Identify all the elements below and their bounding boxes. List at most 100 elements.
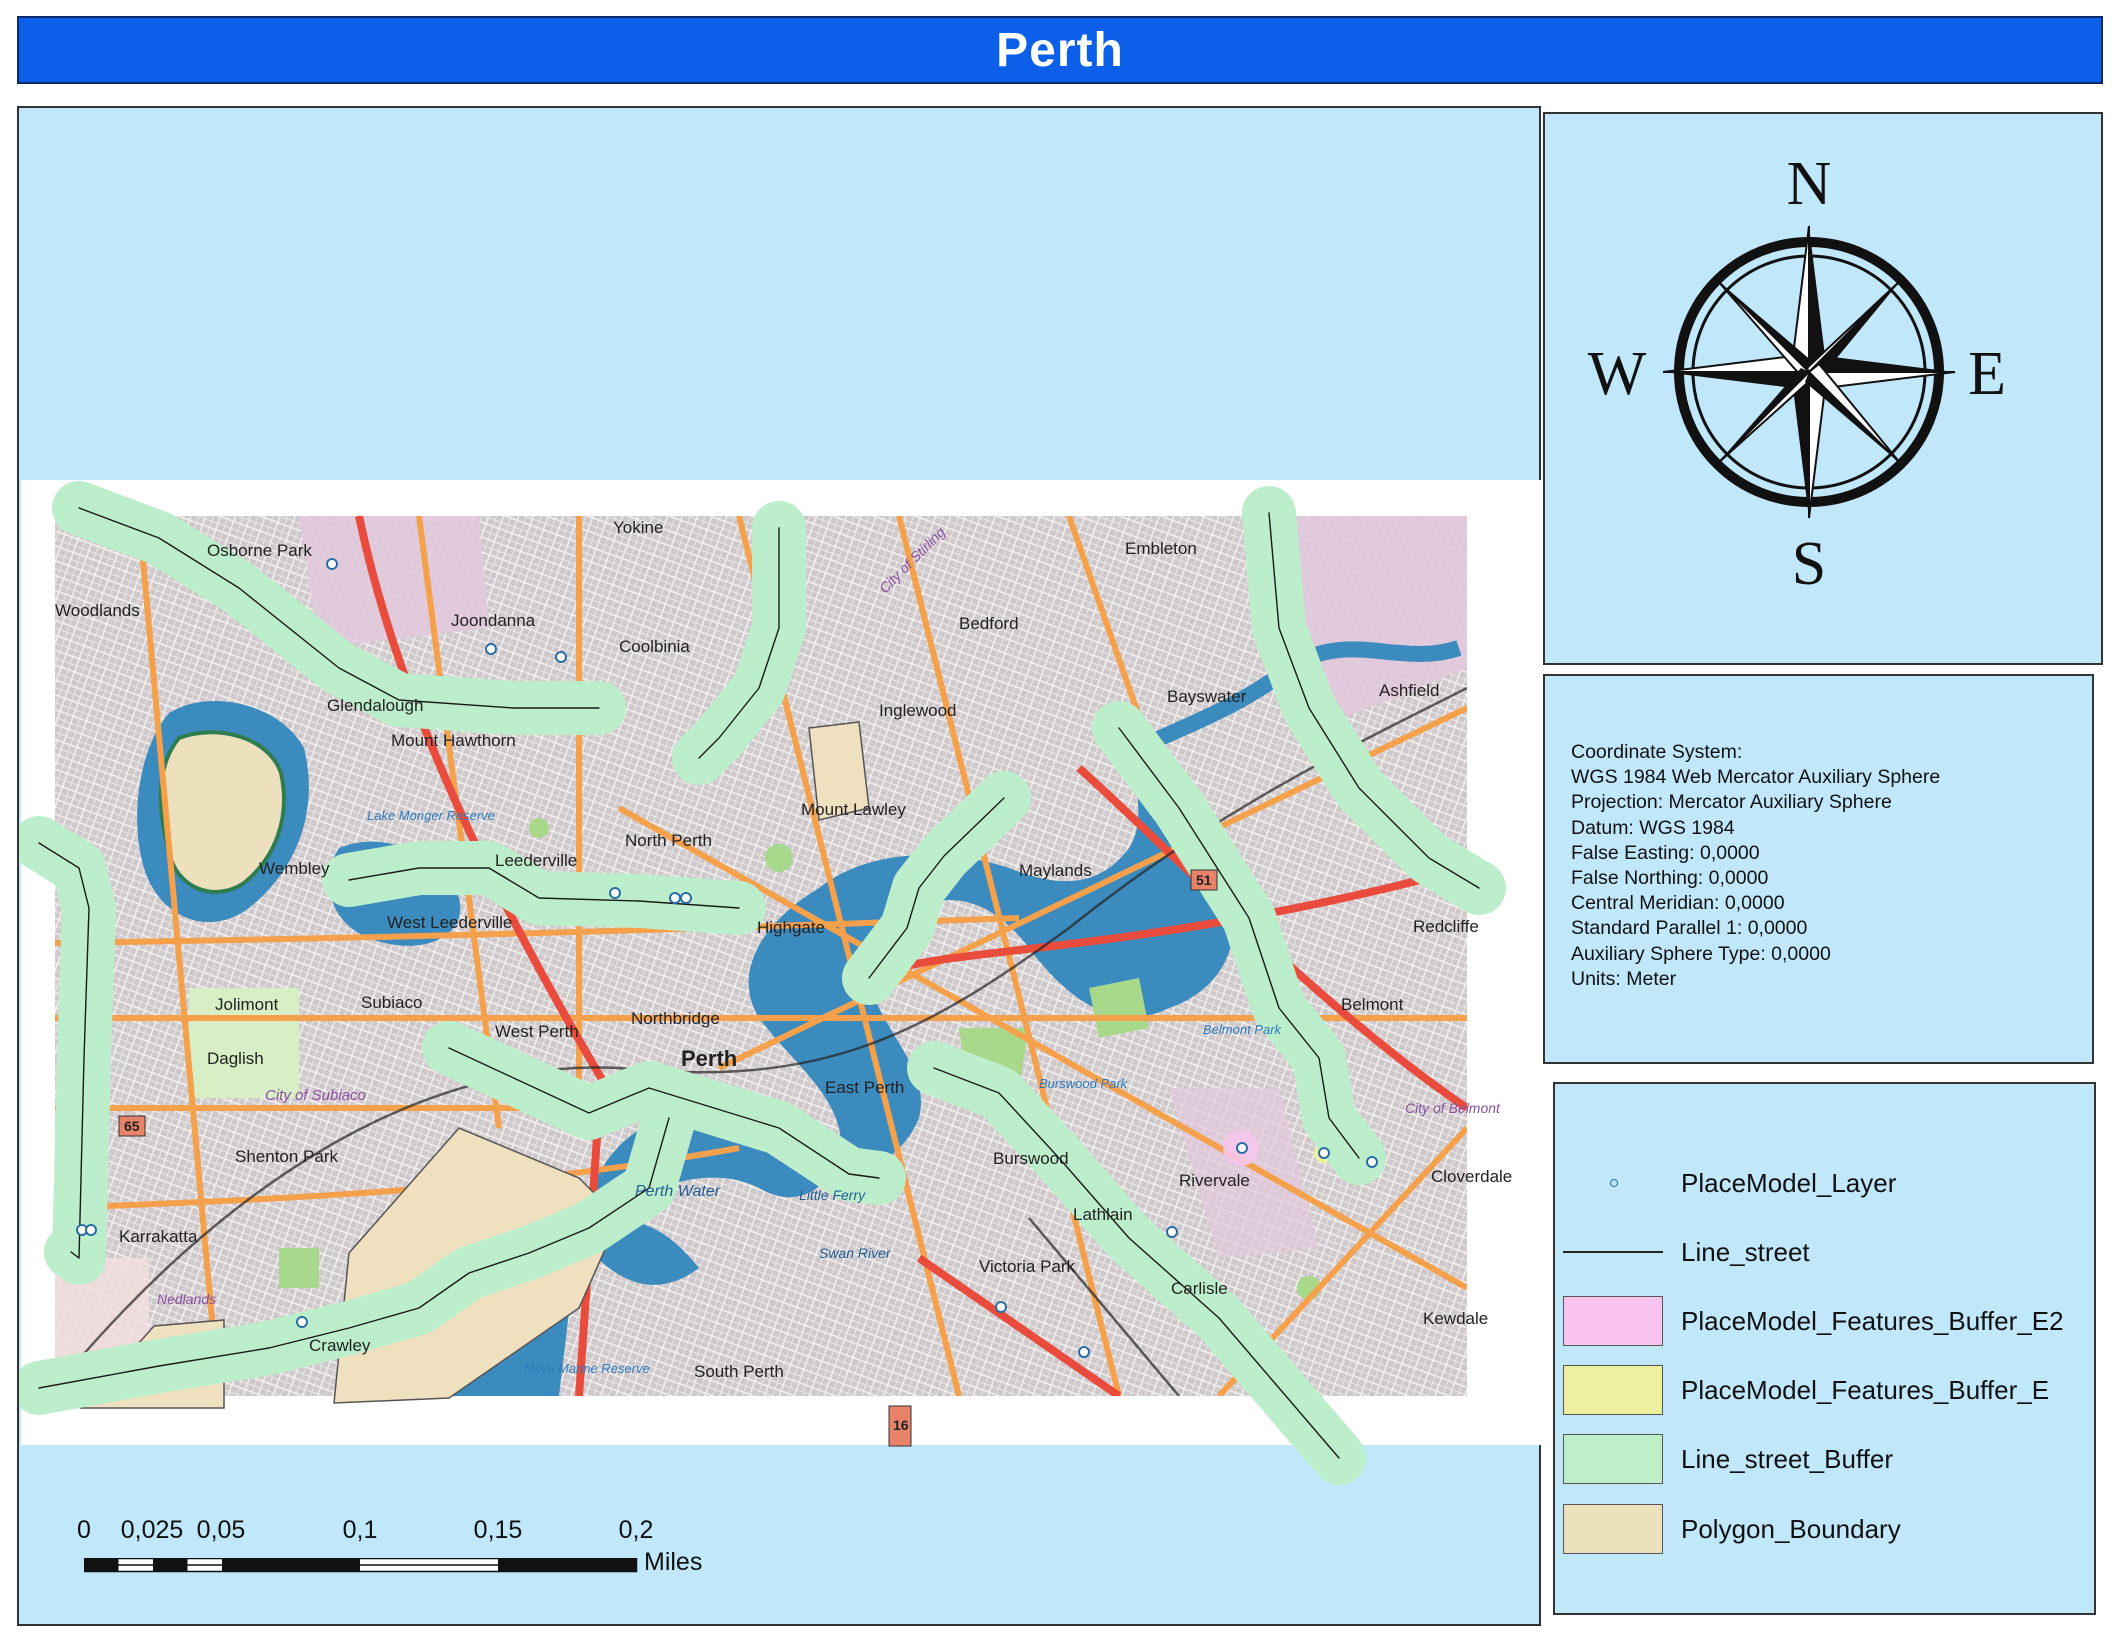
place-label: Northbridge	[631, 1009, 720, 1028]
place-label: Redcliffe	[1413, 917, 1479, 936]
place-label: Carlisle	[1171, 1279, 1228, 1298]
legend-item-polygon-boundary: Polygon_Boundary	[1563, 1502, 1901, 1556]
place-label: Little Ferry	[799, 1187, 866, 1203]
place-label: City of Subiaco	[265, 1087, 366, 1104]
legend-item-line-street-buffer: Line_street_Buffer	[1563, 1432, 1893, 1486]
cs-line: Datum: WGS 1984	[1571, 816, 1735, 839]
place-label: Woodlands	[55, 601, 140, 620]
north-label: N	[1787, 150, 1832, 218]
place-label: Embleton	[1125, 539, 1197, 558]
scale-bar: 0 0,025 0,05 0,1 0,15 0,2 Miles	[77, 1516, 718, 1616]
legend-label: PlaceModel_Features_Buffer_E	[1681, 1374, 2050, 1405]
place-label: Burswood	[993, 1149, 1069, 1168]
scale-label: 0,1	[342, 1516, 378, 1544]
east-label: E	[1968, 340, 2006, 408]
scale-bar-graphic	[84, 1558, 638, 1573]
place-label: Belmont Park	[1203, 1022, 1283, 1037]
south-label: S	[1792, 530, 1826, 598]
legend-label: Line_street	[1681, 1236, 1810, 1267]
fill-symbol-icon	[1563, 1434, 1663, 1484]
legend-label: Polygon_Boundary	[1681, 1513, 1901, 1544]
cs-line: WGS 1984 Web Mercator Auxiliary Sphere	[1571, 766, 1941, 789]
scale-label: 0,2	[618, 1516, 654, 1544]
place-label: Coolbinia	[619, 637, 690, 656]
place-label: Jolimont	[215, 995, 279, 1014]
place-label: Lathlain	[1073, 1205, 1133, 1224]
road-shield-label: 51	[1196, 872, 1212, 888]
place-label: Crawley	[309, 1336, 371, 1355]
place-label: Osborne Park	[207, 541, 312, 560]
place-label: Lake Monger Reserve	[367, 808, 495, 823]
scale-units: Miles	[644, 1548, 703, 1576]
place-label: Milyu Marine Reserve	[524, 1361, 650, 1376]
map-canvas[interactable]: Osborne Park Yokine Embleton Woodlands J…	[19, 108, 1543, 1628]
place-label: Nedlands	[157, 1291, 216, 1307]
map-frame: Osborne Park Yokine Embleton Woodlands J…	[17, 106, 1541, 1626]
scale-label: 0,05	[196, 1516, 246, 1544]
cs-line: False Easting: 0,0000	[1571, 841, 1760, 864]
legend-item-features-buffer-e: PlaceModel_Features_Buffer_E	[1563, 1363, 2049, 1417]
place-label: Mount Hawthorn	[391, 731, 516, 750]
place-label: Wembley	[259, 859, 330, 878]
legend-item-placemodel-layer: PlaceModel_Layer	[1563, 1156, 1896, 1210]
scale-label: 0,15	[473, 1516, 523, 1544]
place-label: Bayswater	[1167, 687, 1247, 706]
place-label: Inglewood	[879, 701, 957, 720]
legend-item-line-street: Line_street	[1563, 1225, 1810, 1279]
place-label: Highgate	[757, 918, 825, 937]
place-label: Cloverdale	[1431, 1167, 1512, 1186]
fill-symbol-icon	[1563, 1504, 1663, 1554]
legend-label: PlaceModel_Layer	[1681, 1167, 1897, 1198]
fill-symbol-icon	[1563, 1365, 1663, 1415]
place-label: Rivervale	[1179, 1171, 1250, 1190]
place-label: Burswood Park	[1039, 1076, 1129, 1091]
place-label: Victoria Park	[979, 1257, 1076, 1276]
scale-label: 0	[77, 1516, 91, 1544]
legend-item-features-buffer-e2: PlaceModel_Features_Buffer_E2	[1563, 1294, 2064, 1348]
coordinate-system-box: Coordinate System: WGS 1984 Web Mercator…	[1543, 674, 2094, 1064]
point-symbol-icon	[1563, 1158, 1663, 1208]
place-label: Shenton Park	[235, 1147, 339, 1166]
north-arrow-box: N S W E	[1543, 112, 2103, 665]
cs-line: Projection: Mercator Auxiliary Sphere	[1571, 791, 1892, 814]
cs-line: Standard Parallel 1: 0,0000	[1571, 917, 1808, 940]
map-title-bar: Perth	[17, 16, 2103, 84]
place-label: East Perth	[825, 1078, 904, 1097]
scale-label: 0,025	[120, 1516, 184, 1544]
place-label: Ashfield	[1379, 681, 1439, 700]
cs-line: Auxiliary Sphere Type: 0,0000	[1571, 942, 1831, 965]
place-label: City of Belmont	[1405, 1100, 1501, 1116]
north-arrow-icon: N S W E	[1588, 150, 2006, 598]
cs-line: False Northing: 0,0000	[1571, 867, 1769, 890]
place-label: Perth Water	[635, 1183, 721, 1200]
place-label: Belmont	[1341, 995, 1404, 1014]
cs-line: Coordinate System:	[1571, 741, 1743, 763]
fill-symbol-icon	[1563, 1296, 1663, 1346]
place-label: Yokine	[613, 518, 663, 537]
cs-line: Central Meridian: 0,0000	[1571, 892, 1785, 915]
cs-line: Units: Meter	[1571, 967, 1677, 990]
place-label: Daglish	[207, 1049, 264, 1068]
road-shield-label: 65	[124, 1118, 140, 1134]
place-label: Leederville	[495, 851, 577, 870]
place-label: Subiaco	[361, 993, 422, 1012]
place-label: West Perth	[495, 1022, 579, 1041]
place-label: Joondanna	[451, 611, 536, 630]
place-label: Maylands	[1019, 861, 1092, 880]
road-shield-label: 16	[893, 1417, 909, 1433]
place-label: West Leederville	[387, 913, 512, 932]
place-label: Perth	[681, 1046, 737, 1071]
line-symbol-icon	[1563, 1227, 1663, 1277]
place-label: Mount Lawley	[801, 800, 906, 819]
place-label: Bedford	[959, 614, 1019, 633]
place-label: South Perth	[694, 1362, 784, 1381]
place-label: North Perth	[625, 831, 712, 850]
place-label: Glendalough	[327, 696, 423, 715]
place-label: Kewdale	[1423, 1309, 1488, 1328]
legend: PlaceModel_Layer Line_street PlaceModel_…	[1553, 1082, 2096, 1615]
place-label: Swan River	[819, 1245, 892, 1261]
legend-label: PlaceModel_Features_Buffer_E2	[1681, 1305, 2064, 1336]
legend-label: Line_street_Buffer	[1681, 1443, 1893, 1474]
west-label: W	[1588, 340, 1647, 408]
map-title: Perth	[996, 23, 1124, 77]
